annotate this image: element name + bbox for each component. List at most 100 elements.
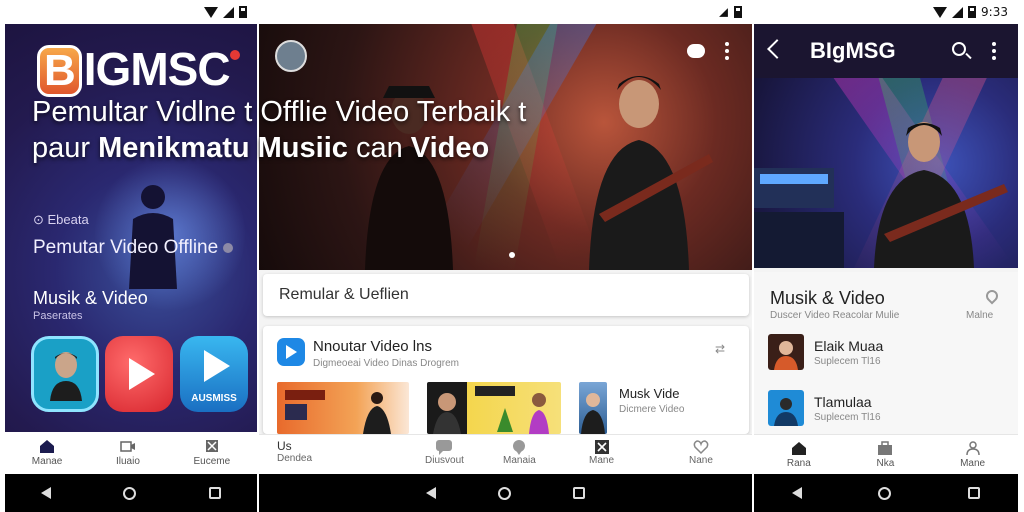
battery-icon — [968, 6, 977, 18]
hero-headline-line2: paur Menikmatu Musiic can Video — [32, 132, 490, 164]
signal-icon — [952, 6, 964, 18]
nav-item-home[interactable]: Manae — [32, 439, 62, 467]
left-subtitle-offline: Pemutar Video Offline — [33, 237, 234, 259]
system-nav-bar-mid — [259, 474, 752, 512]
back-icon[interactable] — [767, 39, 787, 59]
nav-item-library[interactable]: Nka — [877, 440, 894, 469]
video-thumbnail[interactable] — [277, 382, 409, 434]
nav-item-music[interactable]: Mane — [589, 439, 614, 466]
section-more-link[interactable]: Malne — [966, 310, 993, 321]
blue-play-tile[interactable]: AUSMISS — [180, 336, 248, 412]
video-thumbnail[interactable] — [579, 382, 607, 434]
signal-icon — [719, 7, 728, 17]
mixing-console-icon — [754, 168, 844, 268]
nav-item-home[interactable]: Us Dendea — [277, 439, 312, 464]
left-chip: ⊙ Ebeata — [33, 212, 89, 227]
signal-icon — [223, 6, 234, 18]
home-icon — [791, 441, 806, 455]
offline-player-card[interactable]: Remular & Ueflien — [263, 274, 749, 316]
nav-item-maps[interactable]: Manaia — [503, 439, 536, 466]
middle-screen: Remular & Ueflien Nnoutar Video lns Digm… — [259, 24, 752, 474]
home-circle-icon[interactable] — [498, 486, 511, 500]
location-icon — [513, 440, 526, 455]
card-title: Nnoutar Video lns — [313, 338, 432, 355]
left-screen: B IGMSC ⊙ Ebeata Pemutar Video Offline Mu… — [5, 24, 257, 474]
middle-bottom-nav: Us Dendea Diusvout Manaia Mane Nane — [259, 434, 752, 474]
left-subtitle-music: Musik & Video — [33, 288, 148, 308]
red-play-tile[interactable] — [105, 336, 173, 412]
track-thumbnail-icon — [768, 334, 804, 370]
video-thumbnail[interactable] — [427, 382, 561, 434]
nav-item-favorites[interactable]: Nane — [689, 439, 713, 466]
nav-item-video[interactable]: Iluaio — [116, 439, 140, 467]
user-avatar[interactable] — [275, 40, 307, 72]
back-icon[interactable] — [426, 487, 436, 499]
status-bar-mid — [259, 0, 752, 24]
play-icon — [277, 338, 305, 366]
system-nav-bar-left — [5, 474, 257, 512]
battery-icon — [734, 6, 742, 18]
nav-item-music[interactable]: Euceme — [194, 439, 230, 467]
app-title: BIgMSG — [810, 38, 896, 63]
list-item[interactable]: Elaik Muaa Suplecem Tl16 — [768, 334, 1004, 374]
logo-text: IGMSC — [83, 43, 231, 95]
home-circle-icon[interactable] — [123, 486, 137, 500]
status-bar-right: 9:33 — [754, 0, 1018, 24]
section-subtitle: Duscer Video Reacolar Mulie — [770, 310, 900, 321]
play-icon — [204, 350, 230, 382]
nav-item-home[interactable]: Rana — [787, 441, 811, 469]
woman-thumbnail-icon — [581, 393, 605, 434]
more-menu-icon[interactable] — [992, 42, 996, 63]
logo-dot-icon — [229, 50, 240, 60]
recents-icon[interactable] — [208, 487, 221, 499]
briefcase-icon — [878, 440, 893, 455]
info-dot-icon — [223, 242, 234, 253]
back-icon[interactable] — [792, 487, 803, 499]
home-icon — [40, 440, 55, 453]
system-nav-bar-right — [754, 474, 1018, 512]
list-item[interactable]: Tlamulaa Suplecem Tl16 — [768, 390, 1004, 430]
battery-icon — [239, 6, 247, 18]
nav-item-discover[interactable]: Diusvout — [425, 439, 464, 466]
profile-photo-tile[interactable] — [31, 336, 99, 412]
performer-silhouette — [129, 185, 177, 289]
more-menu-icon[interactable] — [725, 42, 729, 63]
back-icon[interactable] — [41, 487, 52, 499]
nav-item-profile[interactable]: Mane — [960, 440, 985, 469]
card-subtitle: Digmeoeai Video Dinas Drogrem — [313, 358, 459, 369]
right-bottom-nav: Rana Nka Mane — [754, 434, 1018, 474]
right-app-bar: BIgMSG — [754, 24, 1018, 78]
performer-thumbnail-icon — [285, 390, 391, 434]
carousel-indicator[interactable] — [509, 252, 515, 258]
wifi-icon — [204, 6, 218, 18]
app-logo: B IGMSC — [37, 42, 240, 97]
heart-icon — [693, 440, 709, 455]
tile-label: AUSMISS — [191, 393, 237, 404]
studio-hero-banner[interactable] — [754, 78, 1018, 268]
video-icon — [120, 441, 135, 452]
recents-icon[interactable] — [573, 487, 585, 499]
home-circle-icon[interactable] — [878, 486, 892, 500]
left-bottom-nav: Manae Iluaio Euceme — [5, 432, 257, 474]
location-icon[interactable] — [983, 287, 1001, 305]
left-subtitle-small: Paserates — [33, 310, 83, 322]
status-time: 9:33 — [981, 5, 1008, 19]
wifi-icon — [933, 6, 948, 18]
search-icon[interactable] — [952, 42, 966, 56]
singer-thumbnail-icon — [433, 386, 549, 434]
person-photo-icon — [50, 352, 82, 401]
track-thumbnail-icon — [768, 390, 804, 426]
video-player-card[interactable]: Nnoutar Video lns Digmeoeai Video Dinas … — [263, 326, 749, 434]
status-bar-left — [5, 0, 257, 24]
recents-icon[interactable] — [967, 487, 980, 499]
profile-icon — [965, 440, 980, 455]
logo-badge: B — [37, 45, 82, 97]
chat-icon[interactable] — [687, 44, 705, 58]
thumbnail-subtitle: Dicmere Video — [619, 404, 685, 415]
guitarist-silhouette — [874, 122, 1008, 268]
music-icon — [205, 440, 218, 452]
share-icon[interactable]: ⇄ — [715, 342, 725, 356]
right-screen: BIgMSG Musik & Video Duscer Video Reacol… — [754, 24, 1018, 474]
guitarist-silhouette — [589, 76, 713, 270]
hero-headline-line1: Pemultar Vidlne t Offlie Video Terbaik t — [32, 96, 527, 128]
